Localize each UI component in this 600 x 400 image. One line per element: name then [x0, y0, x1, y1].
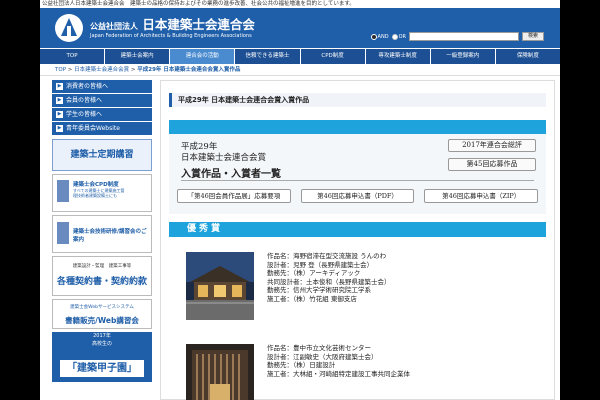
award-name: 日本建築士会連合会賞 [181, 153, 267, 163]
web-page: 公益社団法人日本建築士会連合会 建築士の品格の保持およびその業務の進歩改善、社会… [40, 0, 560, 400]
training-logo-icon [57, 222, 69, 244]
logo-icon[interactable] [55, 14, 83, 42]
koshien-title: 「建築甲子園」 [60, 360, 144, 377]
radio-or-label: OR [398, 33, 406, 40]
sidebar-item-consumers[interactable]: ▶ 消費者の皆様へ [52, 80, 152, 93]
koshien-year: 2017年 [93, 333, 111, 339]
site-tagline: 公益社団法人日本建築士会連合会 建築士の品格の保持およびその業務の進歩改善、社会… [42, 1, 355, 7]
building-photo-toyonaka[interactable] [186, 344, 254, 400]
banner-cpd[interactable]: 建築士会CPD制度 すべての建築士に建築施工管理技術者建築設備士にも [52, 174, 152, 212]
review-2017-button[interactable]: 2017年連合会総評 [448, 139, 536, 152]
books-title: 書籍販売/Web講習会 [65, 316, 139, 325]
work-name: 作品名：海野宿滞在型交流施設 うんのわ [267, 252, 387, 260]
banner-periodic-course[interactable]: 建築士定期講習 [52, 139, 152, 171]
banner-books[interactable]: 建築士会Webサービスシステム 書籍販売/Web講習会 [52, 299, 152, 329]
books-subtitle: 建築士会Webサービスシステム [70, 305, 134, 310]
breadcrumb-sep: > [67, 67, 73, 73]
radio-or[interactable]: OR [391, 33, 406, 40]
breadcrumb-top[interactable]: TOP [55, 67, 66, 73]
radio-and[interactable]: AND [370, 33, 389, 40]
cpd-subtitle: すべての建築士に建築施工管理技術者建築設備士にも [73, 188, 125, 198]
breadcrumb: TOP > 日本建築士会連合会賞 > 平成29年 日本建築士会連合会賞入賞作品 [40, 64, 560, 76]
builder: 施工者：大林組・河崎組特定建設工事共同企業体 [267, 369, 410, 378]
download-buttons: 「第46回会員作品展」応募要項 第46回応募申込書（PDF） 第46回応募申込書… [177, 189, 539, 203]
award-summary: 平成29年 日本建築士会連合会賞 入賞作品・入賞者一覧 2017年連合会総評 第… [169, 134, 546, 214]
screenshot-frame: 公益社団法人日本建築士会連合会 建築士の品格の保持およびその業務の進歩改善、社会… [0, 0, 600, 400]
training-title: 建築士会技術研修/講習会のご案内 [73, 229, 147, 243]
main-area: ▶ 消費者の皆様へ ▶ 会員の皆様へ ▶ 学生の皆様へ ▶ 青年委員会Websi… [40, 77, 560, 400]
search-input[interactable] [408, 32, 519, 41]
org-prefix: 公益社団法人 [90, 21, 138, 31]
banner-contracts[interactable]: 建築設計・監理 建築工事等 各種契約書・契約約款 [52, 256, 152, 296]
cpd-title: 建築士会CPD制度 [73, 182, 119, 188]
breadcrumb-sep: > [130, 67, 136, 73]
entry-details: 作品名：豊中市立文化芸術センター 設計者：江副敏史（大阪府建築士会） 勤務先：（… [267, 344, 410, 378]
entry-details: 作品名：海野宿滞在型交流施設 うんのわ 設計者：児野 登（長野県建築士会） 勤務… [267, 252, 391, 303]
org-name[interactable]: 公益社団法人 日本建築士会連合会 [90, 14, 255, 33]
nav-insurance[interactable]: 保険制度 [496, 49, 560, 64]
breadcrumb-current: 平成29年 日本建築士会連合会賞入賞作品 [137, 67, 241, 73]
nav-about[interactable]: 建築士会案内 [105, 49, 171, 64]
org-name-english: Japan Federation of Architects & Buildin… [90, 33, 252, 39]
designer: 設計者：児野 登（長野県建築士会） [267, 260, 374, 269]
search-button[interactable]: 検索 [521, 32, 544, 41]
application-pdf-button[interactable]: 第46回応募申込書（PDF） [300, 189, 415, 203]
nav-specialist[interactable]: 専攻建築士制度 [366, 49, 431, 64]
breadcrumb-level1[interactable]: 日本建築士会連合会賞 [74, 67, 129, 73]
radio-and-label: AND [377, 33, 389, 40]
building-photo-unnowa[interactable] [186, 252, 254, 320]
contracts-subtitle: 建築設計・監理 建築工事等 [72, 264, 132, 269]
builder: 施工者：（株）竹花組 東御支店 [267, 294, 357, 303]
application-zip-button[interactable]: 第46回応募申込書（ZIP） [424, 189, 539, 203]
nav-cpd[interactable]: CPD制度 [301, 49, 366, 64]
excellence-award-heading: 優秀賞 [169, 222, 546, 237]
award-entry: 作品名：豊中市立文化芸術センター 設計者：江副敏史（大阪府建築士会） 勤務先：（… [186, 344, 536, 400]
award-entry: 作品名：海野宿滞在型交流施設 うんのわ 設計者：児野 登（長野県建築士会） 勤務… [186, 252, 536, 322]
nav-trusted-architect[interactable]: 信頼できる建築士 [235, 49, 301, 64]
banner-training[interactable]: 建築士会技術研修/講習会のご案内 [52, 215, 152, 253]
nav-registration[interactable]: 一級登録案内 [431, 49, 496, 64]
work-name: 作品名：豊中市立文化芸術センター [267, 344, 371, 352]
cpd-logo-icon [57, 180, 69, 202]
contracts-title: 各種契約書・契約約款 [56, 277, 147, 287]
search-bar: AND OR 検索 [370, 32, 544, 41]
sidebar-item-label: 会員の皆様へ [66, 97, 103, 104]
nav-top[interactable]: TOP [40, 49, 106, 64]
designer-office: 勤務先：（株）日建設計 [267, 361, 336, 369]
sidebar-item-label: 消費者の皆様へ [66, 83, 109, 90]
global-nav: TOP 建築士会案内 連合会の活動 信頼できる建築士 CPD制度 専攻建築士制度… [40, 48, 560, 64]
designer-office: 勤務先：（株）アーキディアック [267, 269, 361, 277]
guidelines-46-button[interactable]: 「第46回会員作品展」応募要項 [177, 189, 291, 203]
sidebar-item-students[interactable]: ▶ 学生の皆様へ [52, 108, 152, 121]
co-designer-office: 勤務先：信州大学学術研究院工学系 [267, 286, 371, 294]
sidebar-item-members[interactable]: ▶ 会員の皆様へ [52, 94, 152, 107]
content-panel: 平成29年 日本建築士会連合会賞入賞作品 平成29年 日本建築士会連合会賞 入賞… [160, 80, 555, 400]
sidebar-item-label: 青年委員会Website [66, 125, 120, 132]
sidebar-item-youth[interactable]: ▶ 青年委員会Website [52, 122, 152, 135]
koshien-label: 高校生の [91, 341, 112, 347]
award-list-title: 入賞作品・入賞者一覧 [181, 169, 281, 180]
chevron-right-icon: ▶ [56, 111, 63, 118]
page-title: 平成29年 日本建築士会連合会賞入賞作品 [169, 93, 546, 107]
radio-or-dot [391, 33, 398, 40]
banner-koshien[interactable]: 2017年 高校生の 「建築甲子園」 [52, 332, 152, 382]
right-letterbox [560, 0, 600, 400]
section-bar [169, 120, 546, 134]
sidebar-item-label: 学生の皆様へ [66, 111, 103, 118]
designer: 設計者：江副敏史（大阪府建築士会） [267, 352, 378, 361]
org-title: 日本建築士会連合会 [142, 17, 255, 32]
left-letterbox [0, 0, 40, 400]
radio-and-dot [370, 33, 377, 40]
divider [181, 180, 534, 181]
chevron-right-icon: ▶ [56, 125, 63, 132]
co-designer: 共同設計者：土本俊和（長野県建築士会） [267, 277, 391, 286]
chevron-right-icon: ▶ [56, 83, 63, 90]
sidebar: ▶ 消費者の皆様へ ▶ 会員の皆様へ ▶ 学生の皆様へ ▶ 青年委員会Websi… [52, 80, 152, 382]
nav-activities[interactable]: 連合会の活動 [170, 49, 236, 64]
chevron-right-icon: ▶ [56, 97, 63, 104]
entries-45-button[interactable]: 第45回応募作品 [448, 158, 536, 171]
site-header: 公益社団法人 日本建築士会連合会 Japan Federation of Arc… [40, 8, 560, 48]
